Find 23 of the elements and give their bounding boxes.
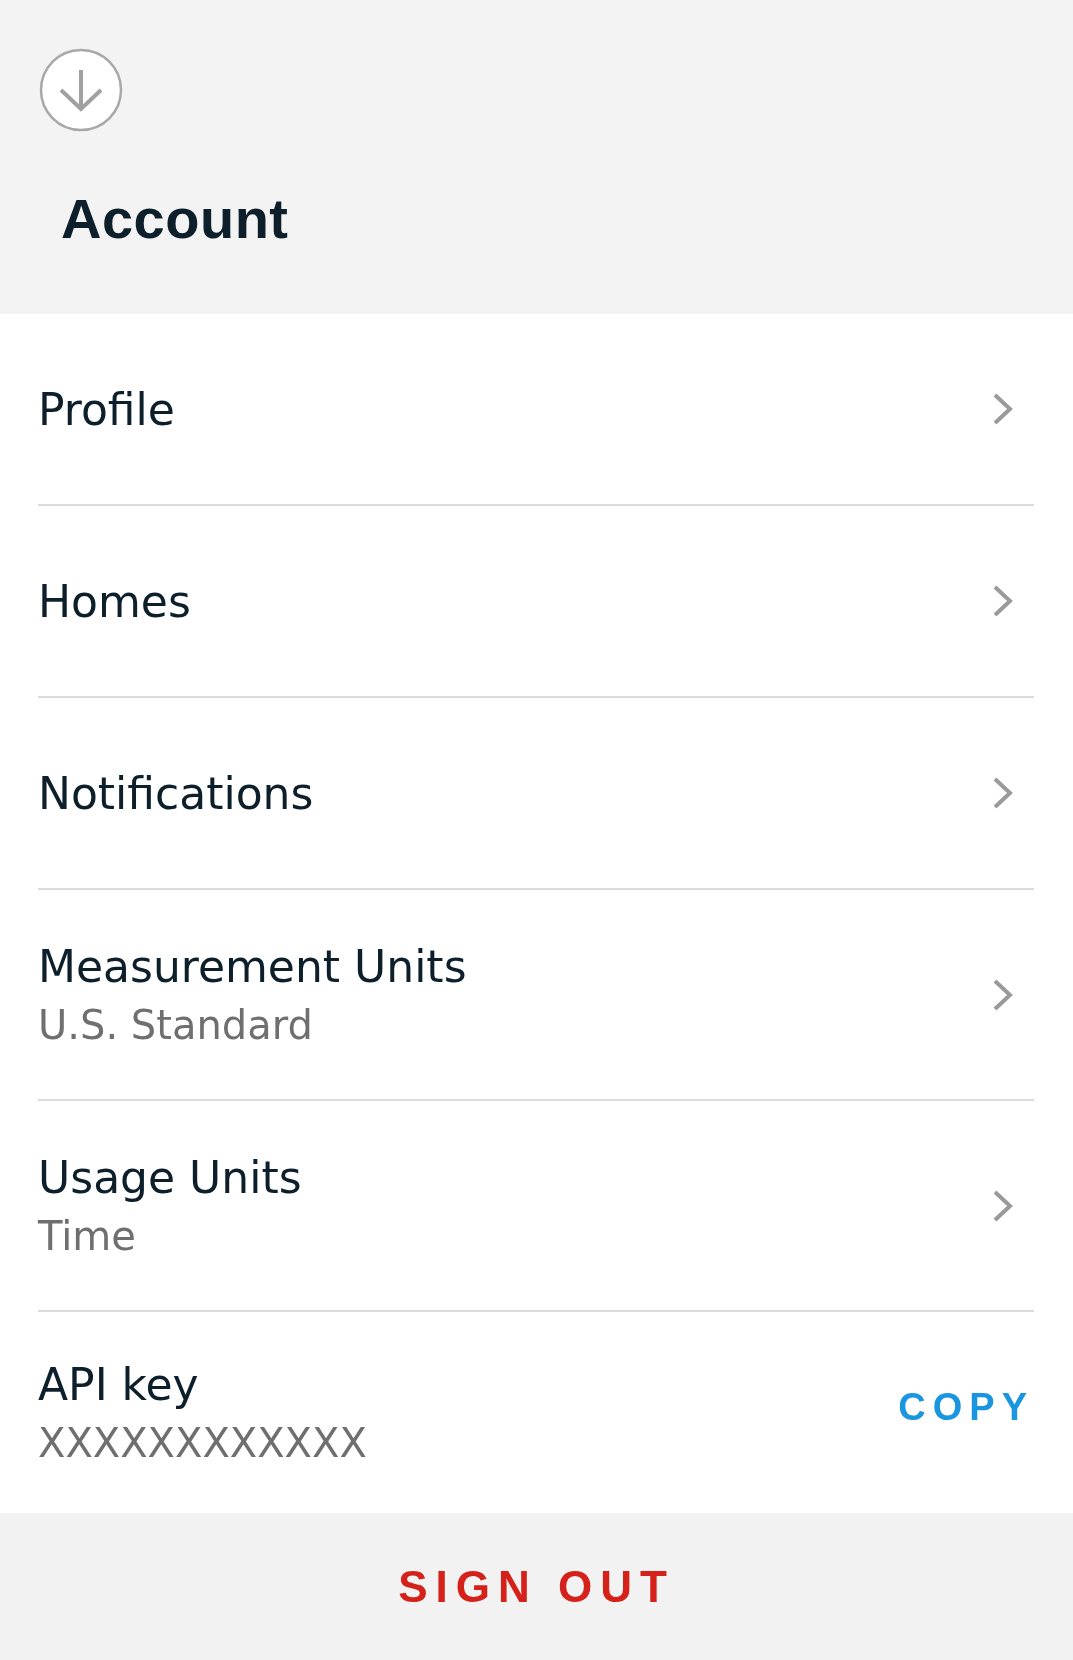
settings-row[interactable]: Notifications [38, 698, 1034, 890]
row-value: U.S. Standard [38, 1002, 314, 1048]
settings-row[interactable]: Measurement Units U.S. Standard [38, 890, 1034, 1101]
row-label: Notifications [38, 767, 314, 819]
chevron-right-icon [992, 392, 1014, 426]
sign-out-button[interactable]: SIGN OUT [398, 1562, 675, 1612]
chevron-right-icon [992, 977, 1014, 1012]
settings-row[interactable]: API key XXXXXXXXXXXX COPY [38, 1312, 1034, 1513]
row-label: Homes [38, 575, 191, 627]
chevron-right-icon [992, 776, 1014, 810]
download-icon[interactable] [39, 48, 123, 132]
row-value: XXXXXXXXXXXX [38, 1420, 367, 1466]
row-value: Time [38, 1213, 137, 1259]
chevron-right-icon [992, 1188, 1014, 1223]
page-title: Account [61, 186, 289, 251]
row-label: API key [38, 1359, 200, 1410]
row-label: Measurement Units [38, 941, 467, 992]
row-label: Usage Units [38, 1152, 302, 1203]
chevron-right-icon [992, 584, 1014, 618]
settings-row[interactable]: Usage Units Time [38, 1101, 1034, 1312]
row-label: Profile [38, 383, 175, 435]
settings-row[interactable]: Homes [38, 506, 1034, 698]
settings-row[interactable]: Profile [38, 314, 1034, 506]
